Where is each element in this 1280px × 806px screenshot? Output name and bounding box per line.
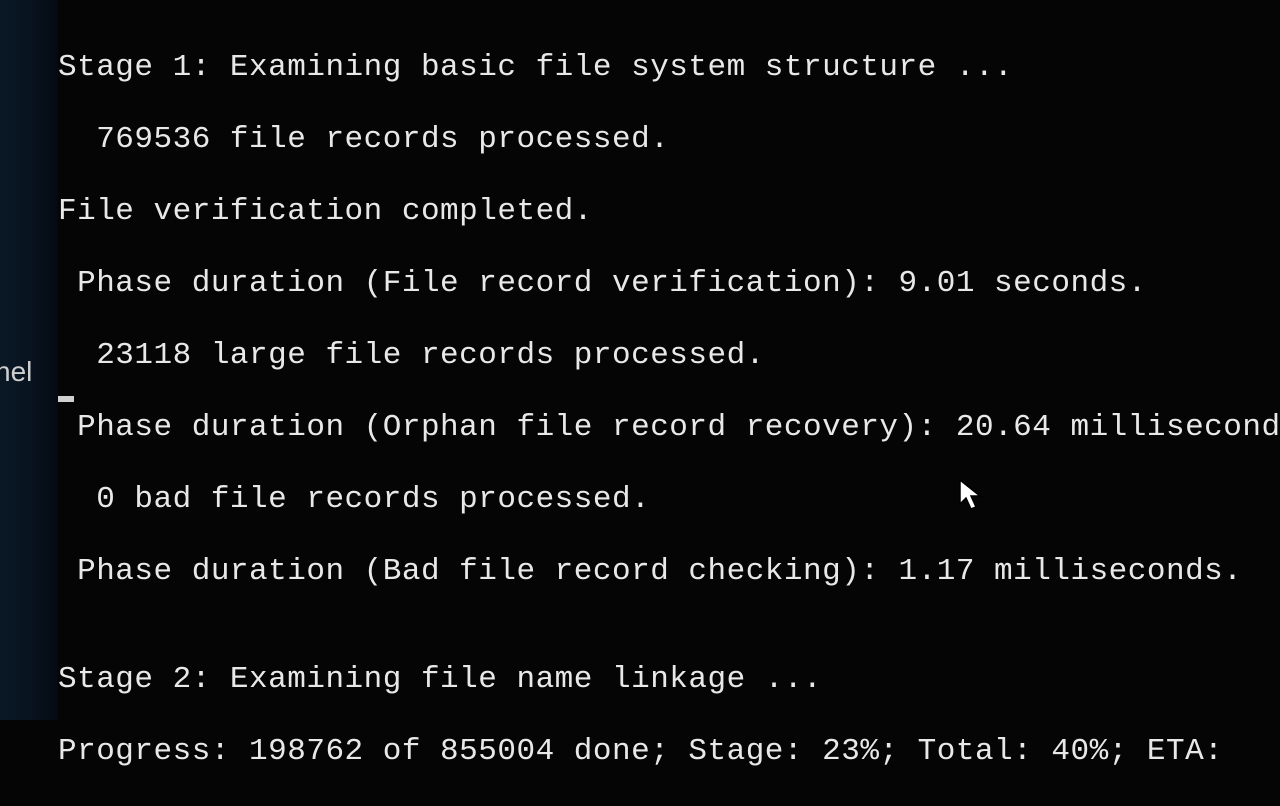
stage2-header-line: Stage 2: Examining file name linkage ... <box>58 662 1280 698</box>
phase1-duration-line: Phase duration (File record verification… <box>58 266 1280 302</box>
terminal-output[interactable]: Stage 1: Examining basic file system str… <box>58 0 1280 720</box>
file-records-processed-line: 769536 file records processed. <box>58 122 1280 158</box>
phase3-duration-line: Phase duration (Bad file record checking… <box>58 554 1280 590</box>
stage1-header-line: Stage 1: Examining basic file system str… <box>58 50 1280 86</box>
large-records-line: 23118 large file records processed. <box>58 338 1280 374</box>
verification-complete-line: File verification completed. <box>58 194 1280 230</box>
bad-records-line: 0 bad file records processed. <box>58 482 1280 518</box>
progress-line: Progress: 198762 of 855004 done; Stage: … <box>58 734 1280 770</box>
text-cursor <box>58 396 74 402</box>
desktop-left-strip: nel <box>0 0 58 720</box>
phase2-duration-line: Phase duration (Orphan file record recov… <box>58 410 1280 446</box>
background-label-fragment: nel <box>0 356 32 388</box>
